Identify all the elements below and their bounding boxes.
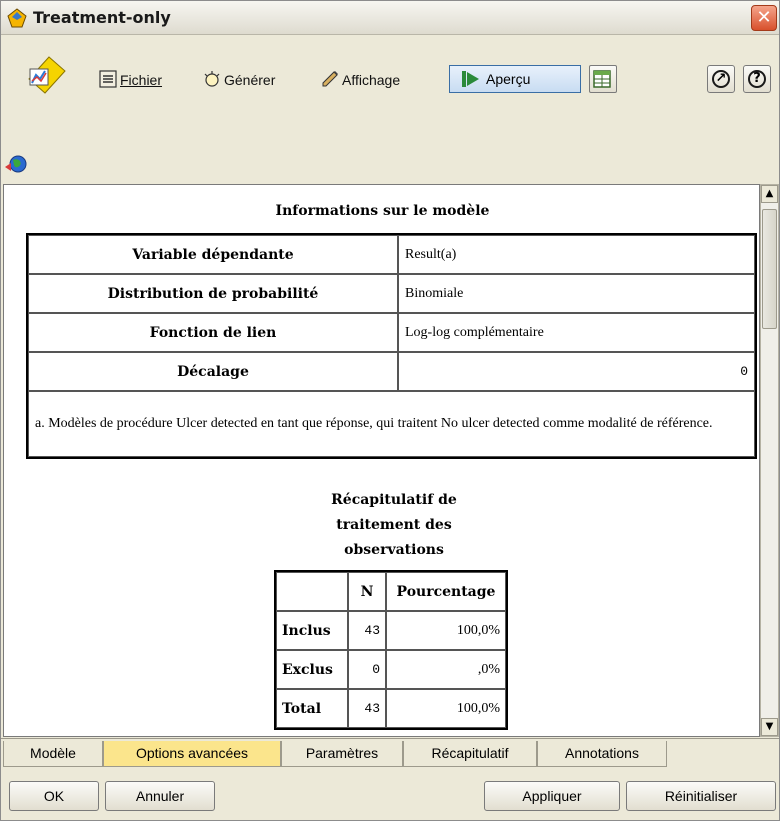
model-info-table: Variable dépendante Result(a) Distributi… xyxy=(26,233,757,459)
generate-menu-icon xyxy=(204,71,220,87)
menu-view[interactable]: Affichage xyxy=(321,69,400,91)
table-row: Inclus 43 100,0% xyxy=(276,611,506,650)
case-summary-table: N Pourcentage Inclus 43 100,0% Exclus 0 … xyxy=(274,570,508,730)
case-summary-title-line: Récapitulatif de xyxy=(331,492,457,508)
count-cell: 43 xyxy=(348,611,386,650)
row-label: Variable dépendante xyxy=(28,235,398,274)
case-summary-title: Récapitulatif de traitement des observat… xyxy=(274,488,514,563)
cancel-button[interactable]: Annuler xyxy=(105,781,215,811)
window-title: Treatment-only xyxy=(33,8,171,27)
table-row: Exclus 0 ,0% xyxy=(276,650,506,689)
menu-file-label: Fichier xyxy=(120,72,163,88)
row-label: Inclus xyxy=(276,611,348,650)
tab-summary[interactable]: Récapitulatif xyxy=(403,741,537,767)
export-table-icon xyxy=(593,70,611,88)
menu-view-label: Affichage xyxy=(342,72,401,88)
row-label: Exclus xyxy=(276,650,348,689)
row-label: Fonction de lien xyxy=(28,313,398,352)
ok-button[interactable]: OK xyxy=(9,781,99,811)
output-viewer: Informations sur le modèle Variable dépe… xyxy=(3,184,760,737)
close-button[interactable]: ✕ xyxy=(751,5,777,31)
scroll-down-arrow-icon[interactable]: ▼ xyxy=(761,718,778,736)
row-value: Result(a) xyxy=(398,235,755,274)
toolbar xyxy=(1,36,779,184)
preview-button[interactable]: Aperçu xyxy=(449,65,581,93)
table-footnote: a. Modèles de procédure Ulcer detected e… xyxy=(28,391,755,457)
table-row: Variable dépendante Result(a) xyxy=(28,235,755,274)
scroll-thumb[interactable] xyxy=(762,209,777,329)
row-label: Distribution de probabilité xyxy=(28,274,398,313)
export-button[interactable] xyxy=(589,65,617,93)
model-info-title: Informations sur le modèle xyxy=(275,203,490,219)
row-value: Binomiale xyxy=(398,274,755,313)
case-summary-title-line: traitement des xyxy=(336,517,452,533)
header-cell: Pourcentage xyxy=(386,572,506,611)
table-row: Décalage 0 xyxy=(28,352,755,391)
table-row: Total 43 100,0% xyxy=(276,689,506,728)
file-menu-icon xyxy=(99,70,117,88)
table-header-row: N Pourcentage xyxy=(276,572,506,611)
menu-file[interactable]: Fichier xyxy=(99,69,162,91)
table-row: Fonction de lien Log-log complémentaire xyxy=(28,313,755,352)
model-nugget-icon xyxy=(7,8,27,28)
tab-model[interactable]: Modèle xyxy=(3,741,103,767)
expand-button[interactable]: ↗ xyxy=(707,65,735,93)
play-icon xyxy=(462,71,479,87)
row-value: 0 xyxy=(398,352,755,391)
help-button[interactable]: ? xyxy=(743,65,771,93)
table-footnote-row: a. Modèles de procédure Ulcer detected e… xyxy=(28,391,755,457)
preview-button-label: Aperçu xyxy=(486,71,531,87)
header-cell: N xyxy=(348,572,386,611)
count-cell: 0 xyxy=(348,650,386,689)
view-menu-icon xyxy=(322,71,338,87)
case-summary-title-line: observations xyxy=(344,542,444,558)
scroll-up-arrow-icon[interactable]: ▲ xyxy=(761,185,778,203)
tab-parameters[interactable]: Paramètres xyxy=(281,741,403,767)
tab-bar: Modèle Options avancées Paramètres Récap… xyxy=(1,738,779,771)
percent-cell: 100,0% xyxy=(386,611,506,650)
arrow-up-right-icon: ↗ xyxy=(712,70,730,88)
tab-annotations[interactable]: Annotations xyxy=(537,741,667,767)
dialog-window: Treatment-only ✕ Fichier Générer Afficha… xyxy=(0,0,780,821)
table-row: Distribution de probabilité Binomiale xyxy=(28,274,755,313)
percent-cell: 100,0% xyxy=(386,689,506,728)
row-label: Décalage xyxy=(28,352,398,391)
vertical-scrollbar[interactable]: ▲ ▼ xyxy=(760,184,779,737)
menu-generate[interactable]: Générer xyxy=(203,69,275,91)
row-value: Log-log complémentaire xyxy=(398,313,755,352)
model-logo-icon xyxy=(28,56,66,94)
globe-arrow-icon[interactable] xyxy=(3,151,29,177)
reset-button[interactable]: Réinitialiser xyxy=(626,781,776,811)
help-icon: ? xyxy=(748,70,766,88)
percent-cell: ,0% xyxy=(386,650,506,689)
title-bar: Treatment-only ✕ xyxy=(1,1,779,35)
count-cell: 43 xyxy=(348,689,386,728)
apply-button[interactable]: Appliquer xyxy=(484,781,620,811)
tab-advanced-options[interactable]: Options avancées xyxy=(103,741,281,767)
menu-generate-label: Générer xyxy=(224,72,276,88)
header-cell xyxy=(276,572,348,611)
row-label: Total xyxy=(276,689,348,728)
